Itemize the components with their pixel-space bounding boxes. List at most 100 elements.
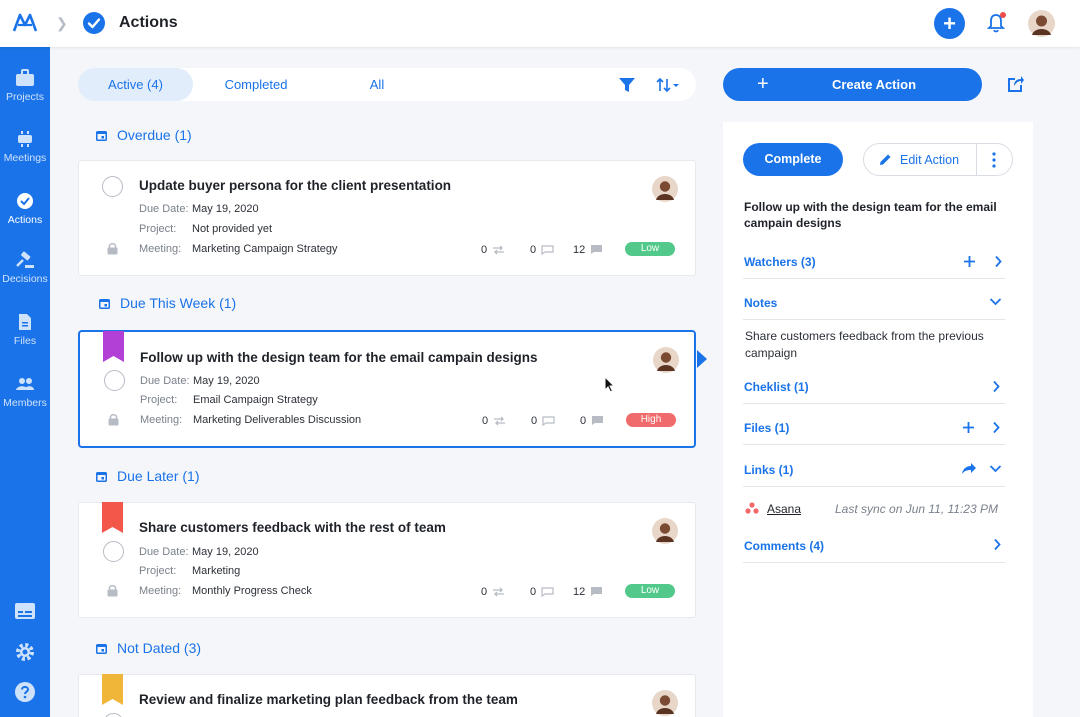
help-icon[interactable]	[14, 681, 36, 703]
action-filter-tabs: Active (4) Completed All	[78, 68, 696, 101]
comments-count-value: 12	[573, 586, 586, 598]
app-logo-icon[interactable]	[12, 11, 38, 35]
filter-icon[interactable]	[618, 76, 636, 94]
share-arrow-icon[interactable]	[961, 462, 977, 475]
board-icon[interactable]	[14, 600, 36, 622]
sort-icon[interactable]	[656, 77, 680, 93]
action-card[interactable]: Update buyer persona for the client pres…	[78, 160, 696, 276]
meeting-value: Marketing Campaign Strategy	[192, 243, 338, 255]
tab-completed[interactable]: Completed	[198, 68, 314, 101]
meeting-table-icon	[18, 131, 32, 147]
user-avatar[interactable]	[1028, 10, 1055, 37]
assignee-avatar	[652, 518, 678, 544]
priority-badge: High	[626, 413, 676, 427]
meeting-value: Monthly Progress Check	[192, 585, 312, 597]
notes-label: Notes	[744, 296, 778, 310]
project-value: Marketing	[192, 565, 241, 577]
complete-checkbox[interactable]	[102, 176, 123, 197]
links-label: Links (1)	[744, 463, 794, 477]
mouse-cursor-icon	[604, 376, 616, 393]
links-count: 0	[481, 244, 505, 256]
sidebar: Projects Meetings Actions Decisions File…	[0, 47, 50, 717]
priority-badge: Low	[625, 242, 675, 256]
lock-icon	[108, 414, 119, 426]
calendar-icon	[96, 472, 107, 482]
watchers-section[interactable]: Watchers (3)	[743, 255, 1005, 279]
complete-checkbox[interactable]	[104, 370, 125, 391]
group-label: Overdue (1)	[117, 127, 192, 143]
sidebar-item-actions[interactable]: Actions	[0, 192, 50, 226]
asana-sync-status: Last sync on Jun 11, 11:23 PM	[835, 502, 998, 516]
comment-icon	[591, 587, 603, 596]
message-icon	[542, 416, 555, 427]
links-count-value: 0	[482, 415, 489, 427]
group-label: Due Later (1)	[117, 468, 200, 484]
project-label: Project:	[139, 223, 177, 235]
sidebar-item-files[interactable]: Files	[0, 313, 50, 347]
chevron-right-icon[interactable]	[993, 538, 1001, 551]
briefcase-icon	[16, 69, 34, 86]
calendar-icon	[96, 131, 107, 141]
sidebar-item-label: Files	[13, 335, 37, 347]
chevron-right-icon[interactable]	[994, 255, 1002, 268]
complete-button[interactable]: Complete	[743, 143, 843, 176]
messages-count-value: 0	[530, 586, 537, 598]
notes-section[interactable]: Notes	[743, 296, 1005, 320]
flag-icon	[102, 674, 123, 705]
group-header-due-later[interactable]: Due Later (1)	[96, 468, 199, 484]
top-bar: ❯ Actions +	[0, 0, 1080, 47]
messages-count: 0	[530, 586, 554, 598]
calendar-icon	[99, 299, 110, 309]
messages-count-value: 0	[531, 415, 538, 427]
due-date-label: Due Date:	[140, 375, 190, 387]
checklist-section[interactable]: Cheklist (1)	[743, 380, 1005, 404]
action-card[interactable]: Share customers feedback with the rest o…	[78, 502, 696, 618]
message-icon	[541, 245, 554, 256]
group-header-due-this-week[interactable]: Due This Week (1)	[99, 295, 236, 311]
action-card[interactable]: Review and finalize marketing plan feedb…	[78, 674, 696, 717]
calendar-icon	[96, 644, 107, 654]
due-date-label: Due Date:	[139, 546, 189, 558]
add-button[interactable]: +	[934, 8, 965, 39]
chevron-right-icon[interactable]	[992, 421, 1000, 434]
plus-icon[interactable]	[963, 255, 976, 268]
action-title: Follow up with the design team for the e…	[140, 350, 538, 365]
complete-checkbox[interactable]	[103, 541, 124, 562]
sidebar-item-decisions[interactable]: Decisions	[0, 251, 50, 285]
comments-label: Comments (4)	[744, 539, 825, 553]
files-section[interactable]: Files (1)	[743, 421, 1005, 445]
links-count-value: 0	[481, 586, 488, 598]
links-section[interactable]: Links (1)	[743, 463, 1005, 487]
gavel-icon	[16, 251, 34, 268]
due-date-value: May 19, 2020	[193, 375, 260, 387]
create-action-button[interactable]: + Create Action	[723, 68, 982, 101]
project-label: Project:	[140, 394, 178, 406]
complete-checkbox[interactable]	[103, 713, 124, 717]
check-circle-icon	[83, 12, 105, 34]
edit-action-button[interactable]: Edit Action	[863, 143, 1013, 176]
share-icon[interactable]	[1007, 75, 1025, 93]
sidebar-item-meetings[interactable]: Meetings	[0, 130, 50, 164]
gear-icon[interactable]	[14, 641, 36, 663]
project-label: Project:	[139, 565, 177, 577]
edit-action-label: Edit Action	[900, 153, 960, 167]
sidebar-item-projects[interactable]: Projects	[0, 69, 50, 103]
chevron-down-icon[interactable]	[989, 464, 1002, 473]
tab-active[interactable]: Active (4)	[78, 68, 193, 101]
watchers-label: Watchers (3)	[744, 255, 816, 269]
group-header-overdue[interactable]: Overdue (1)	[96, 127, 192, 143]
plus-icon[interactable]	[962, 421, 975, 434]
group-header-not-dated[interactable]: Not Dated (3)	[96, 640, 201, 656]
chevron-down-icon[interactable]	[989, 297, 1002, 306]
check-circle-icon	[17, 193, 33, 209]
due-date-label: Due Date:	[139, 203, 189, 215]
chevron-right-icon[interactable]	[992, 380, 1000, 393]
links-count: 0	[481, 586, 505, 598]
selection-pointer	[697, 350, 707, 368]
sidebar-item-members[interactable]: Members	[0, 375, 50, 409]
comments-section[interactable]: Comments (4)	[743, 538, 1005, 563]
lock-icon	[107, 585, 118, 597]
asana-link[interactable]: Asana	[767, 502, 801, 516]
more-vertical-icon[interactable]	[992, 152, 996, 168]
tab-all[interactable]: All	[334, 68, 420, 101]
